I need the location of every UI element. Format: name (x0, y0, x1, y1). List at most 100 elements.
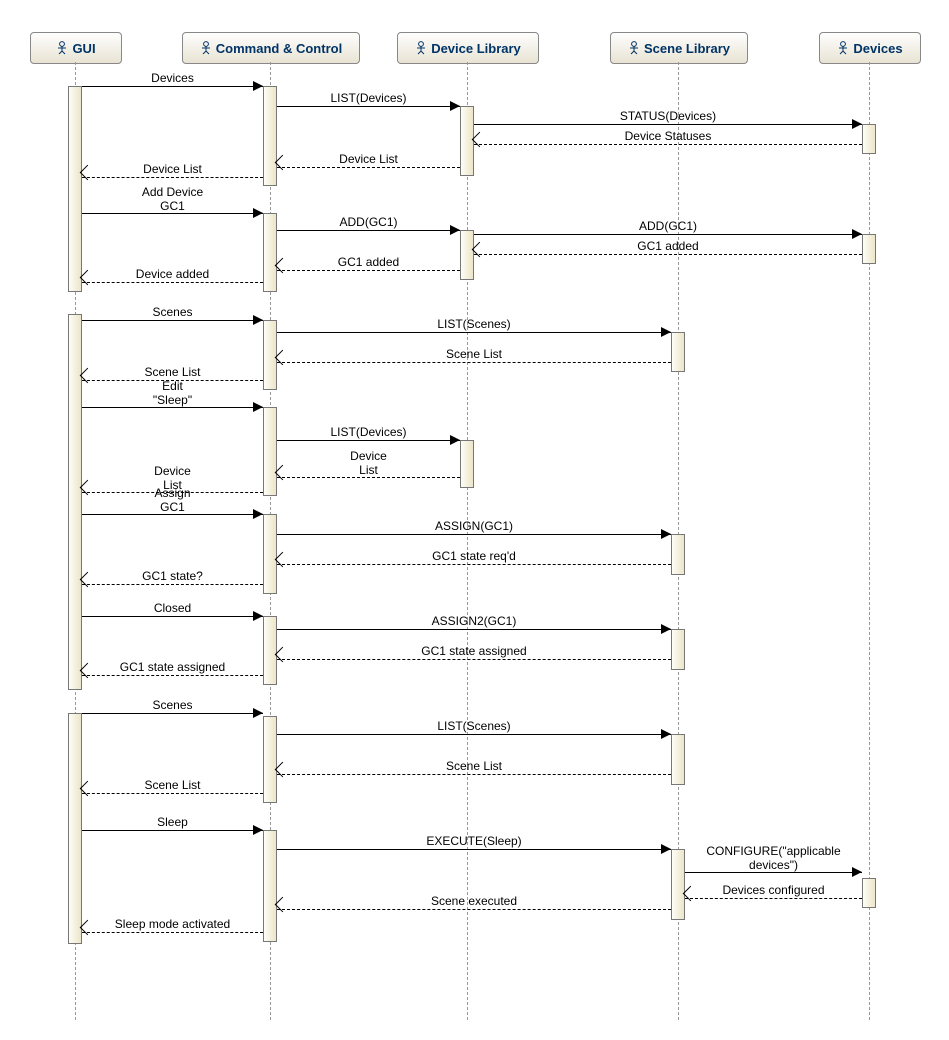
message-label: Scene executed (277, 894, 671, 908)
message-label: Sleep mode activated (82, 917, 263, 931)
activation (263, 407, 277, 496)
participant-label: Device Library (431, 41, 521, 56)
activation (671, 849, 685, 920)
message-line (82, 407, 263, 408)
message-line (82, 675, 263, 676)
message-line (474, 254, 862, 255)
activation (68, 86, 82, 292)
message-label: Add DeviceGC1 (82, 185, 263, 213)
participant-icon (415, 41, 427, 55)
participant-label: Scene Library (644, 41, 730, 56)
activation (862, 878, 876, 908)
message-label: GC1 added (277, 255, 460, 269)
activation (460, 230, 474, 280)
message-label: Device added (82, 267, 263, 281)
message-line (82, 320, 263, 321)
activation (671, 629, 685, 670)
message-line (685, 872, 862, 873)
message-line (685, 898, 862, 899)
message-line (277, 849, 671, 850)
message-line (82, 514, 263, 515)
message-label: STATUS(Devices) (474, 109, 862, 123)
message-label: Devices (82, 71, 263, 85)
participant-icon (200, 41, 212, 55)
message-line (474, 144, 862, 145)
participant-scnlib: Scene Library (610, 32, 748, 64)
message-label: EXECUTE(Sleep) (277, 834, 671, 848)
message-line (277, 167, 460, 168)
participant-icon (628, 41, 640, 55)
message-line (277, 332, 671, 333)
message-label: Scene List (82, 778, 263, 792)
participant-label: Command & Control (216, 41, 342, 56)
participant-cc: Command & Control (182, 32, 360, 64)
message-line (277, 270, 460, 271)
message-label: ASSIGN2(GC1) (277, 614, 671, 628)
message-line (82, 932, 263, 933)
message-label: ADD(GC1) (277, 215, 460, 229)
message-label: Closed (82, 601, 263, 615)
activation (671, 734, 685, 785)
participant-label: GUI (72, 41, 95, 56)
message-label: Scenes (82, 305, 263, 319)
message-line (82, 213, 263, 214)
message-line (277, 230, 460, 231)
activation (263, 514, 277, 594)
message-label: Scene List (277, 347, 671, 361)
message-label: AssignGC1 (82, 486, 263, 514)
message-line (277, 659, 671, 660)
lifeline-devlib (467, 62, 468, 1020)
lifeline-dev (869, 62, 870, 1020)
activation (68, 314, 82, 690)
message-line (277, 440, 460, 441)
activation (671, 332, 685, 372)
message-line (82, 86, 263, 87)
activation (862, 234, 876, 264)
message-label: GC1 state assigned (277, 644, 671, 658)
message-label: Scenes (82, 698, 263, 712)
message-line (277, 909, 671, 910)
message-label: LIST(Scenes) (277, 719, 671, 733)
participant-icon (837, 41, 849, 55)
message-line (82, 177, 263, 178)
activation (460, 106, 474, 176)
message-line (82, 616, 263, 617)
message-label: Devices configured (685, 883, 862, 897)
message-line (277, 564, 671, 565)
message-line (277, 477, 460, 478)
message-label: Device Statuses (474, 129, 862, 143)
message-label: GC1 state req'd (277, 549, 671, 563)
message-label: Scene List (82, 365, 263, 379)
message-line (277, 362, 671, 363)
message-line (82, 793, 263, 794)
message-label: DeviceList (277, 449, 460, 477)
participant-icon (56, 41, 68, 55)
participant-label: Devices (853, 41, 902, 56)
message-label: Device List (277, 152, 460, 166)
activation (263, 716, 277, 803)
activation (263, 830, 277, 942)
message-label: GC1 state assigned (82, 660, 263, 674)
message-line (82, 713, 263, 714)
message-label: GC1 state? (82, 569, 263, 583)
activation (263, 213, 277, 292)
message-label: ADD(GC1) (474, 219, 862, 233)
message-label: ASSIGN(GC1) (277, 519, 671, 533)
message-label: CONFIGURE("applicabledevices") (685, 844, 862, 872)
sequence-diagram: { "participants": [ { "id":"gui", "label… (0, 0, 949, 1040)
message-label: LIST(Devices) (277, 425, 460, 439)
message-line (82, 830, 263, 831)
activation (68, 713, 82, 944)
participant-dev: Devices (819, 32, 921, 64)
message-label: LIST(Devices) (277, 91, 460, 105)
message-line (277, 734, 671, 735)
participant-gui: GUI (30, 32, 122, 64)
message-label: Edit"Sleep" (82, 379, 263, 407)
message-line (277, 534, 671, 535)
message-line (277, 629, 671, 630)
message-label: Scene List (277, 759, 671, 773)
activation (671, 534, 685, 575)
message-line (277, 106, 460, 107)
activation (862, 124, 876, 154)
message-label: LIST(Scenes) (277, 317, 671, 331)
